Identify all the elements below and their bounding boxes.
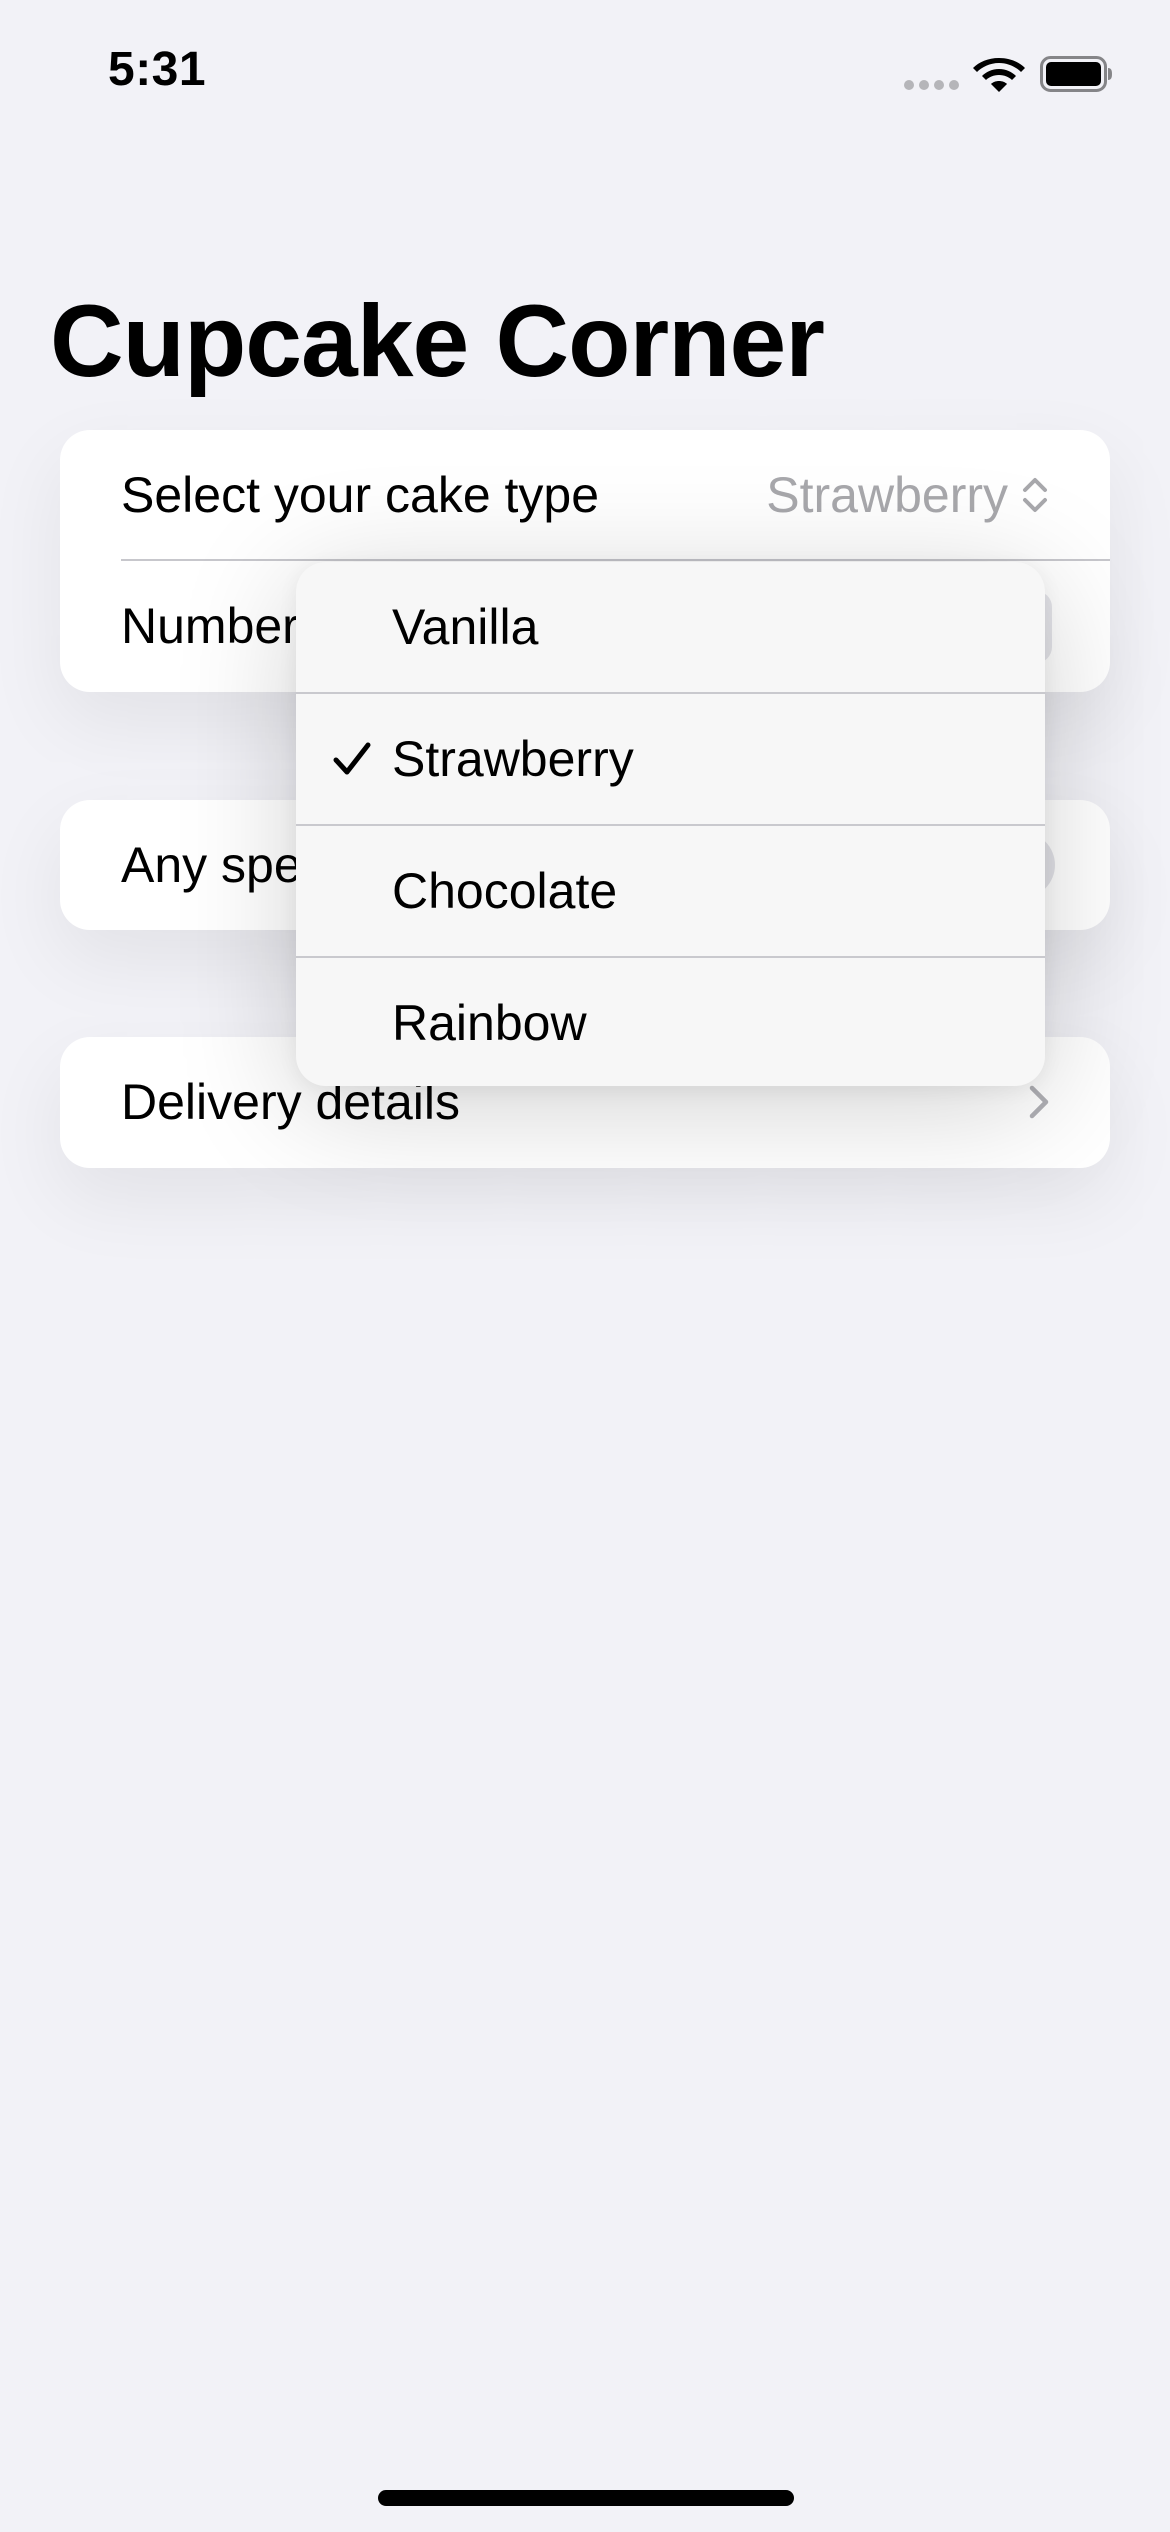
up-down-chevron-icon [1023,478,1047,512]
cake-type-label: Select your cake type [121,467,600,523]
screen: 5:31 Cupcake Corner Select your cake typ… [0,0,1170,2532]
status-time: 5:31 [108,43,207,96]
special-requests-label: Any spe [121,837,302,893]
menu-item-label: Chocolate [392,863,618,919]
menu-item-label: Rainbow [392,995,587,1051]
chevron-right-icon [1029,1085,1049,1119]
page-title: Cupcake Corner [50,284,825,398]
menu-item-label: Strawberry [392,731,634,787]
menu-item-label: Vanilla [392,599,539,655]
menu-item-chocolate[interactable]: Chocolate [296,826,1045,956]
menu-item-strawberry[interactable]: Strawberry [296,694,1045,824]
checkmark-icon [333,742,371,775]
cake-type-selected-value[interactable]: Strawberry [766,466,1008,524]
cellular-signal-icon [904,80,960,92]
menu-item-rainbow[interactable]: Rainbow [296,958,1045,1086]
cake-type-menu: Vanilla Strawberry Chocolate Rainbow [296,562,1045,1086]
cake-type-picker-row[interactable]: Select your cake type Strawberry [60,430,1110,560]
battery-icon [1040,56,1112,92]
home-indicator[interactable] [378,2490,794,2506]
wifi-icon [973,58,1025,92]
number-label: Number [121,598,299,654]
menu-item-vanilla[interactable]: Vanilla [296,562,1045,692]
